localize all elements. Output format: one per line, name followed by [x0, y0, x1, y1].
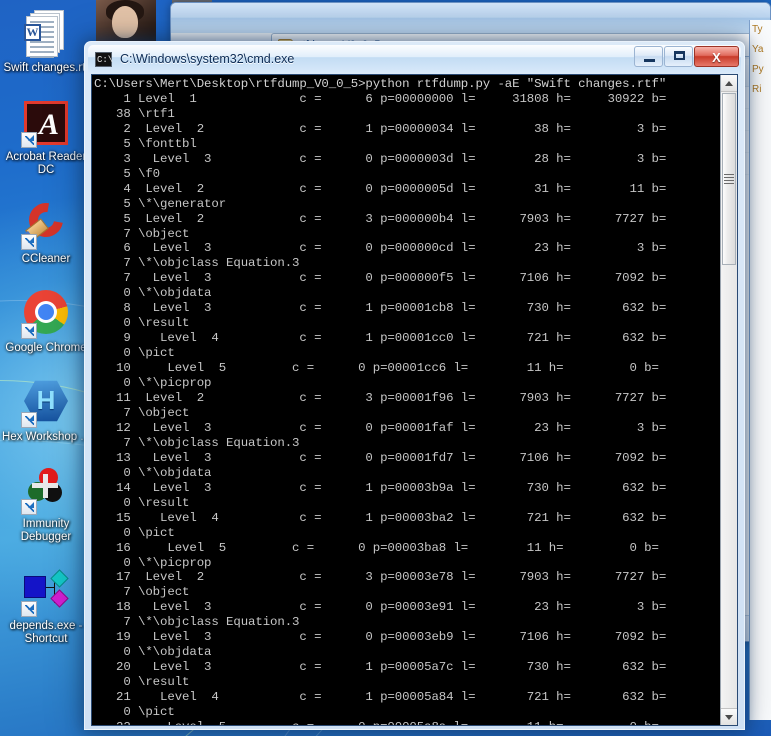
ccleaner-icon	[22, 201, 70, 249]
desktop-icon-label: Swift changes.rtf	[1, 62, 91, 75]
desktop-icon-google-chrome[interactable]: Google Chrome	[0, 284, 92, 359]
desktop-icon-swift-changes-rtf[interactable]: W Swift changes.rtf	[0, 4, 92, 79]
console-output[interactable]: C:\Users\Mert\Desktop\rtfdump_V0_0_5>pyt…	[92, 75, 720, 725]
desktop-icon-acrobat-reader-dc[interactable]: A Acrobat Reader DC	[0, 93, 92, 181]
desktop-icon-depends-exe[interactable]: depends.exe - Shortcut	[0, 562, 92, 650]
console-prompt-line: C:\Users\Mert\Desktop\rtfdump_V0_0_5>pyt…	[94, 77, 666, 91]
desktop-icon-label: CCleaner	[1, 253, 91, 266]
desktop-icon-label: Acrobat Reader DC	[1, 151, 91, 177]
word-document-icon: W	[22, 10, 70, 58]
scrollbar-thumb[interactable]	[722, 93, 736, 265]
shortcut-overlay-icon	[21, 132, 37, 148]
sliver-label: Ty	[750, 20, 771, 40]
desktop-icon-hex-workshop[interactable]: H Hex Workshop ...	[0, 373, 92, 448]
cmd-titlebar[interactable]: C:\ C:\Windows\system32\cmd.exe X	[88, 45, 741, 73]
depends-exe-icon	[22, 568, 70, 616]
maximize-button[interactable]	[664, 46, 693, 67]
sliver-label: Py	[750, 60, 771, 80]
portrait-face	[112, 6, 138, 38]
console-output-text: 1 Level 1 c = 6 p=00000000 l= 31808 h= 3…	[94, 92, 720, 725]
minimize-button[interactable]	[634, 46, 663, 67]
close-icon: X	[695, 49, 738, 66]
close-button[interactable]: X	[694, 46, 739, 67]
console-scrollbar[interactable]	[720, 75, 737, 725]
background-window-sliver[interactable]: Ty Ya Py Ri	[749, 20, 771, 720]
desktop-icon-list: W Swift changes.rtf A Acrobat Reader DC …	[0, 0, 92, 650]
desktop-icon-immunity-debugger[interactable]: Immunity Debugger	[0, 460, 92, 548]
hex-workshop-icon: H	[22, 379, 70, 427]
desktop-icon-ccleaner[interactable]: CCleaner	[0, 195, 92, 270]
desktop-screen: rtfdump_V0_0_5 s Ty Ya Py Ri	[0, 0, 771, 736]
desktop-icon-label: Google Chrome	[1, 342, 91, 355]
shortcut-overlay-icon	[21, 234, 37, 250]
cmd-window-title: C:\Windows\system32\cmd.exe	[120, 52, 294, 66]
sliver-label: Ya	[750, 40, 771, 60]
desktop-icon-label: depends.exe - Shortcut	[1, 620, 91, 646]
acrobat-reader-icon: A	[22, 99, 70, 147]
chrome-icon	[22, 290, 70, 338]
shortcut-overlay-icon	[21, 323, 37, 339]
scroll-up-arrow[interactable]	[721, 75, 737, 92]
shortcut-overlay-icon	[21, 499, 37, 515]
cmd-client-area[interactable]: C:\Users\Mert\Desktop\rtfdump_V0_0_5>pyt…	[91, 74, 738, 726]
shortcut-overlay-icon	[21, 412, 37, 428]
scroll-down-arrow[interactable]	[721, 708, 737, 725]
shortcut-overlay-icon	[21, 601, 37, 617]
portrait-thumbnail	[96, 0, 156, 42]
sliver-label: Ri	[750, 80, 771, 100]
immunity-debugger-icon	[22, 466, 70, 514]
desktop-icon-label: Hex Workshop ...	[1, 431, 91, 444]
window-controls: X	[634, 46, 739, 67]
cmd-window[interactable]: C:\ C:\Windows\system32\cmd.exe X C:\Use…	[84, 41, 745, 730]
cmd-icon: C:\	[95, 52, 112, 67]
explorer-titlebar[interactable]	[171, 3, 770, 33]
desktop-icon-label: Immunity Debugger	[1, 518, 91, 544]
